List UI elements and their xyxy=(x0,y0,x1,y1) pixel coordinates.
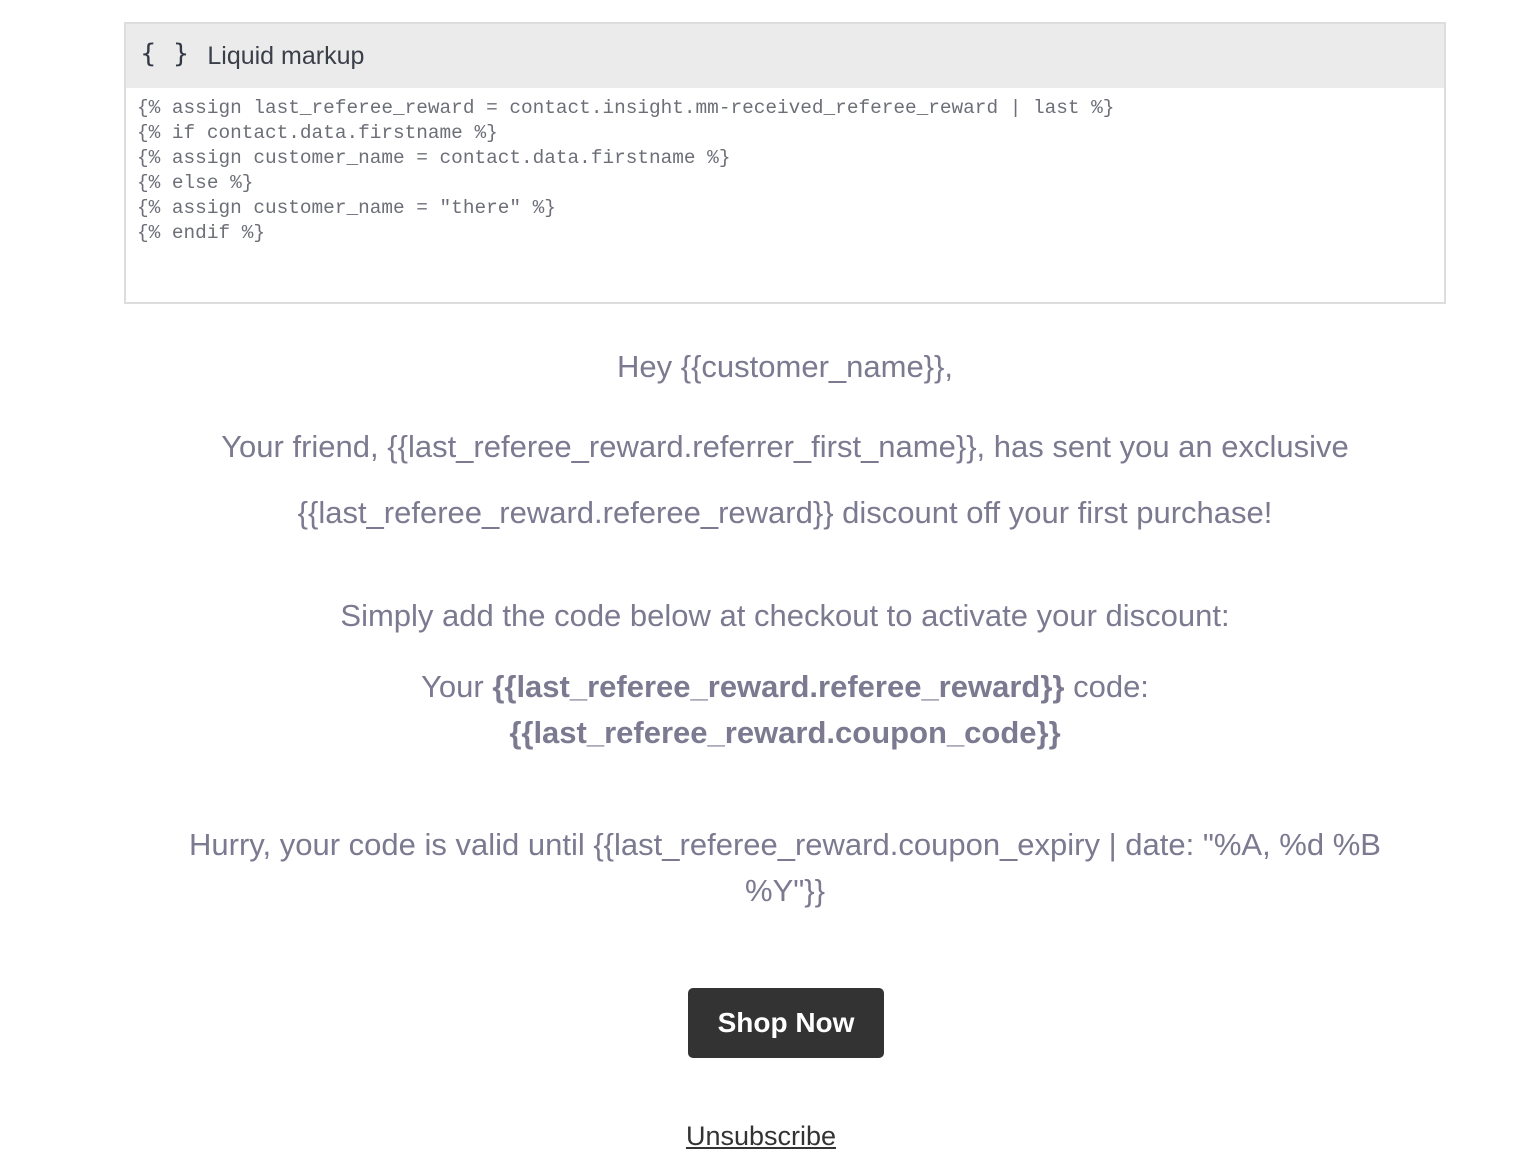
liquid-code[interactable]: {% assign last_referee_reward = contact.… xyxy=(126,88,1444,246)
liquid-markup-block[interactable]: { } Liquid markup {% assign last_referee… xyxy=(124,22,1446,304)
code-prefix-text: Your xyxy=(421,669,493,704)
intro-text: Your friend, {{last_referee_reward.refer… xyxy=(221,429,1349,530)
shop-now-button[interactable]: Shop Now xyxy=(688,988,884,1058)
coupon-code: {{last_referee_reward.coupon_code}} xyxy=(509,715,1061,750)
expiry-text: Hurry, your code is valid until {{last_r… xyxy=(189,827,1381,908)
code-reward-text: {{last_referee_reward.referee_reward}} xyxy=(492,669,1065,704)
code-suffix-text: code: xyxy=(1064,669,1149,704)
liquid-markup-title: Liquid markup xyxy=(207,41,365,70)
liquid-markup-header: { } Liquid markup xyxy=(126,24,1444,88)
greeting-text: Hey {{customer_name}}, xyxy=(616,349,954,384)
unsubscribe-link[interactable]: Unsubscribe xyxy=(0,1118,1522,1154)
instructions-text: Simply add the code below at checkout to… xyxy=(340,598,1230,633)
braces-icon: { } xyxy=(140,39,194,69)
coupon-code-block: Your {{last_referee_reward.referee_rewar… xyxy=(124,664,1446,756)
